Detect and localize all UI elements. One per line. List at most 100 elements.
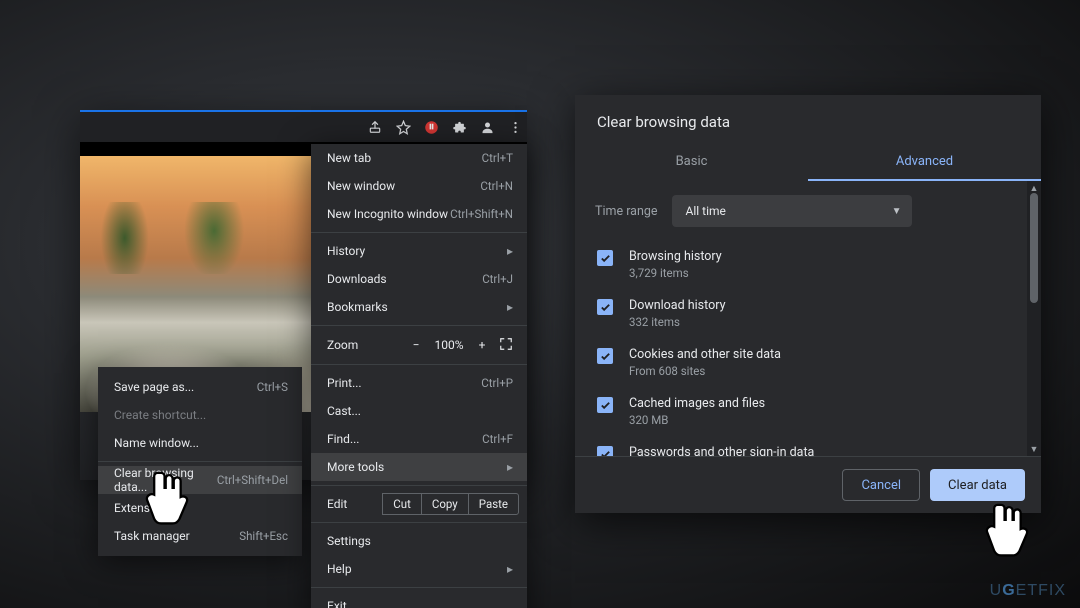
share-icon[interactable] (367, 119, 383, 135)
dialog-scrollbar[interactable]: ▲ ▼ (1027, 181, 1041, 456)
scroll-down-icon[interactable]: ▼ (1027, 442, 1041, 456)
menu-label: Zoom (327, 338, 405, 352)
menu-shortcut: Ctrl+P (481, 376, 513, 390)
option-text: Browsing history 3,729 items (629, 249, 722, 280)
menu-separator (311, 364, 527, 365)
menu-shortcut: Ctrl+J (482, 272, 513, 286)
option-row[interactable]: Cached images and files 320 MB (595, 388, 1021, 437)
menu-edit: Edit Cut Copy Paste (311, 490, 527, 518)
profile-icon[interactable] (479, 119, 495, 135)
menu-label: Edit (327, 497, 383, 511)
menu-print[interactable]: Print... Ctrl+P (311, 369, 527, 397)
paste-button[interactable]: Paste (468, 493, 519, 515)
clear-data-button[interactable]: Clear data (930, 469, 1025, 501)
chevron-right-icon: ▸ (507, 460, 513, 474)
menu-label: Find... (327, 432, 482, 446)
fullscreen-icon[interactable] (499, 337, 517, 354)
browser-window: New tab Ctrl+T New window Ctrl+N New Inc… (80, 110, 527, 480)
submenu-name-window[interactable]: Name window... (98, 429, 302, 457)
cut-button[interactable]: Cut (382, 493, 422, 515)
menu-label: History (327, 244, 507, 258)
tab-basic[interactable]: Basic (575, 141, 808, 181)
checkbox[interactable] (597, 397, 613, 413)
extension-red-icon[interactable] (423, 119, 439, 135)
menu-label: Cast... (327, 404, 513, 418)
checkbox[interactable] (597, 446, 613, 456)
menu-find[interactable]: Find... Ctrl+F (311, 425, 527, 453)
more-tools-submenu: Save page as... Ctrl+S Create shortcut..… (98, 367, 302, 556)
chevron-right-icon: ▸ (507, 244, 513, 258)
menu-label: New window (327, 179, 480, 193)
menu-settings[interactable]: Settings (311, 527, 527, 555)
scroll-thumb[interactable] (1030, 193, 1038, 303)
more-icon[interactable] (507, 119, 523, 135)
menu-incognito[interactable]: New Incognito window Ctrl+Shift+N (311, 200, 527, 228)
menu-label: Help (327, 562, 507, 576)
tab-advanced[interactable]: Advanced (808, 141, 1041, 181)
button-label: Clear data (948, 478, 1007, 493)
submenu-clear-browsing-data[interactable]: Clear browsing data... Ctrl+Shift+Del (98, 466, 302, 494)
option-title: Cached images and files (629, 396, 765, 411)
menu-cast[interactable]: Cast... (311, 397, 527, 425)
option-subtitle: 320 MB (629, 413, 765, 427)
checkbox[interactable] (597, 250, 613, 266)
option-row[interactable]: Passwords and other sign-in data3 passwo… (595, 437, 1021, 456)
menu-shortcut: Ctrl+F (482, 432, 513, 446)
submenu-extensions[interactable]: Extensions (98, 494, 302, 522)
menu-shortcut: Ctrl+N (480, 179, 513, 193)
menu-more-tools[interactable]: More tools ▸ (311, 453, 527, 481)
option-title: Download history (629, 298, 725, 313)
checkbox[interactable] (597, 299, 613, 315)
menu-label: Clear browsing data... (114, 466, 217, 494)
time-range-select[interactable]: All time ▼ (672, 195, 912, 227)
tab-label: Advanced (896, 154, 953, 169)
menu-label: New Incognito window (327, 207, 450, 221)
dialog-body: Time range All time ▼ Browsing history3,… (575, 181, 1041, 456)
menu-help[interactable]: Help ▸ (311, 555, 527, 583)
menu-label: Bookmarks (327, 300, 507, 314)
option-row[interactable]: Cookies and other site dataFrom 608 site… (595, 339, 1021, 388)
menu-shortcut: Ctrl+Shift+Del (217, 473, 288, 487)
menu-separator (311, 587, 527, 588)
submenu-save-page[interactable]: Save page as... Ctrl+S (98, 373, 302, 401)
dialog-title: Clear browsing data (575, 95, 1041, 141)
option-title: Passwords and other sign-in data (629, 445, 931, 456)
menu-history[interactable]: History ▸ (311, 237, 527, 265)
option-subtitle: From 608 sites (629, 364, 781, 378)
menu-new-window[interactable]: New window Ctrl+N (311, 172, 527, 200)
dialog-tabs: Basic Advanced (575, 141, 1041, 181)
menu-downloads[interactable]: Downloads Ctrl+J (311, 265, 527, 293)
menu-shortcut: Ctrl+S (257, 380, 288, 394)
clear-browsing-data-dialog: Clear browsing data Basic Advanced Time … (575, 95, 1041, 513)
option-subtitle: 3,729 items (629, 266, 722, 280)
menu-exit[interactable]: Exit (311, 592, 527, 608)
menu-zoom: Zoom − 100% + (311, 330, 527, 360)
puzzle-icon[interactable] (451, 119, 467, 135)
option-text: Cached images and files 320 MB (629, 396, 765, 427)
chevron-right-icon: ▸ (507, 300, 513, 314)
menu-label: Exit (327, 599, 513, 608)
main-menu: New tab Ctrl+T New window Ctrl+N New Inc… (311, 144, 527, 608)
option-text: Download history332 items (629, 298, 725, 329)
menu-separator (98, 461, 302, 462)
dialog-scroll-area: Time range All time ▼ Browsing history3,… (575, 181, 1027, 456)
menu-new-tab[interactable]: New tab Ctrl+T (311, 144, 527, 172)
menu-label: Name window... (114, 436, 288, 450)
option-title: Browsing history (629, 249, 722, 264)
menu-shortcut: Shift+Esc (239, 529, 288, 543)
submenu-task-manager[interactable]: Task manager Shift+Esc (98, 522, 302, 550)
option-row[interactable]: Browsing history 3,729 items (595, 241, 1021, 290)
button-label: Cancel (861, 478, 901, 493)
menu-shortcut: Ctrl+T (482, 151, 513, 165)
cancel-button[interactable]: Cancel (842, 469, 920, 501)
menu-separator (311, 325, 527, 326)
star-icon[interactable] (395, 119, 411, 135)
zoom-in-button[interactable]: + (471, 338, 493, 352)
menu-shortcut: Ctrl+Shift+N (450, 207, 513, 221)
zoom-out-button[interactable]: − (405, 338, 427, 352)
option-row[interactable]: Download history332 items (595, 290, 1021, 339)
checkbox[interactable] (597, 348, 613, 364)
copy-button[interactable]: Copy (421, 493, 469, 515)
submenu-create-shortcut: Create shortcut... (98, 401, 302, 429)
menu-bookmarks[interactable]: Bookmarks ▸ (311, 293, 527, 321)
